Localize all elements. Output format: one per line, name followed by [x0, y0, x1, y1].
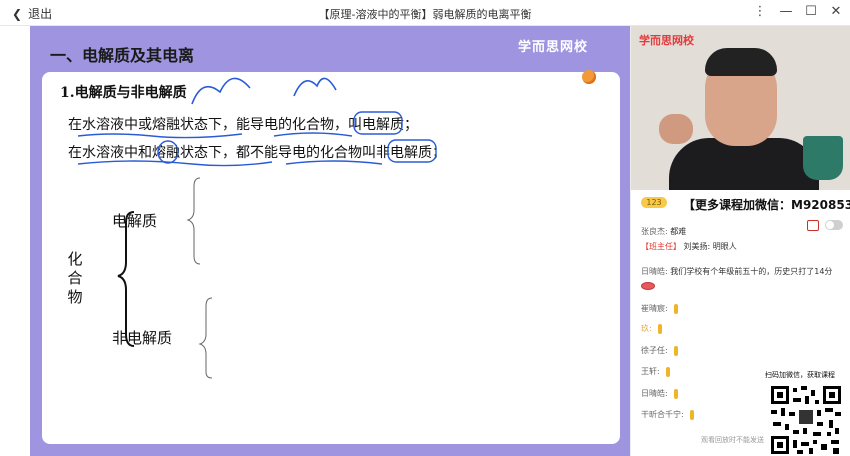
- slide-area: 一、电解质及其电离 学而思网校 1.电解质与非电解质 在水溶液中或熔融状态下，能…: [30, 26, 630, 456]
- chat-message: 【班主任】 刘美扬: 明眼人: [641, 241, 737, 252]
- handwriting-annotations: [77, 77, 437, 379]
- chat-sender: 崔晴宸:: [641, 304, 668, 313]
- slide-brand-logo: 学而思网校: [517, 40, 588, 55]
- title-bar: ❮ 退出 【原理-溶液中的平衡】弱电解质的电离平衡 ⋮ — ☐ ✕: [0, 0, 850, 26]
- slide-card: 1.电解质与非电解质 在水溶液中或熔融状态下，能导电的化合物，叫电解质； 在水溶…: [42, 70, 620, 444]
- chat-message: 玖:: [641, 323, 662, 334]
- chat-sender: 玖:: [641, 324, 652, 333]
- chat-text: 刘美扬: 明眼人: [683, 242, 737, 251]
- teacher-video[interactable]: 学而思网校: [631, 26, 850, 190]
- slide-heading: 一、电解质及其电离: [50, 46, 195, 65]
- qr-label: 扫码加微信，获取课程: [765, 371, 835, 379]
- candle-icon: [673, 345, 678, 356]
- teacher-hair: [705, 48, 777, 76]
- teacher-tool-icon[interactable]: [807, 220, 819, 231]
- candle-icon: [657, 323, 662, 334]
- chat-message: 崔晴宸:: [641, 303, 678, 314]
- candle-icon: [673, 388, 678, 399]
- gift-count-badge[interactable]: 123: [641, 197, 667, 208]
- chat-message: 干昕合千宁:: [641, 409, 694, 420]
- window-title: 【原理-溶液中的平衡】弱电解质的电离平衡: [318, 8, 532, 21]
- chat-toggle[interactable]: [825, 220, 843, 230]
- chat-text: 都难: [670, 227, 687, 236]
- candle-icon: [689, 409, 694, 420]
- chat-sender: 张良杰:: [641, 227, 668, 236]
- chat-message: 张良杰: 都难: [641, 226, 686, 237]
- chat-sender: 干昕合千宁:: [641, 410, 684, 419]
- more-menu-icon[interactable]: ⋮: [752, 4, 768, 19]
- chat-sender: 王轩:: [641, 367, 660, 376]
- video-logo: 学而思网校: [639, 34, 694, 47]
- teacher-hand: [659, 114, 693, 144]
- chat-sender: 【班主任】: [641, 242, 681, 251]
- chat-text: 我们学校有个年级前五十的，历史只打了14分: [670, 267, 833, 276]
- qr-code-icon[interactable]: [769, 384, 843, 456]
- chat-sender: 日晴皓:: [641, 389, 668, 398]
- chat-message: 日晴皓:: [641, 388, 678, 399]
- chat-sender: 徐子任:: [641, 346, 668, 355]
- chat-message: 王轩:: [641, 366, 670, 377]
- maximize-icon[interactable]: ☐: [803, 4, 819, 19]
- candle-icon: [673, 303, 678, 314]
- lips-emoji-icon: [641, 282, 655, 290]
- chat-message: 日晴皓: 我们学校有个年级前五十的，历史只打了14分: [641, 266, 832, 277]
- minimize-icon[interactable]: —: [778, 4, 794, 19]
- chat-message: 徐子任:: [641, 345, 678, 356]
- wechat-banner: 【更多课程加微信：M920853】: [683, 198, 850, 212]
- replay-notice: 观看回放时不能发送: [701, 436, 764, 444]
- close-icon[interactable]: ✕: [828, 4, 844, 19]
- candle-icon: [665, 366, 670, 377]
- green-cup: [803, 136, 843, 180]
- right-panel: 学而思网校 123 【更多课程加微信：M920853】 张良杰: 都难 【班主任…: [630, 26, 850, 456]
- chat-sender: 日晴皓:: [641, 267, 668, 276]
- chat-emoji: [641, 282, 655, 292]
